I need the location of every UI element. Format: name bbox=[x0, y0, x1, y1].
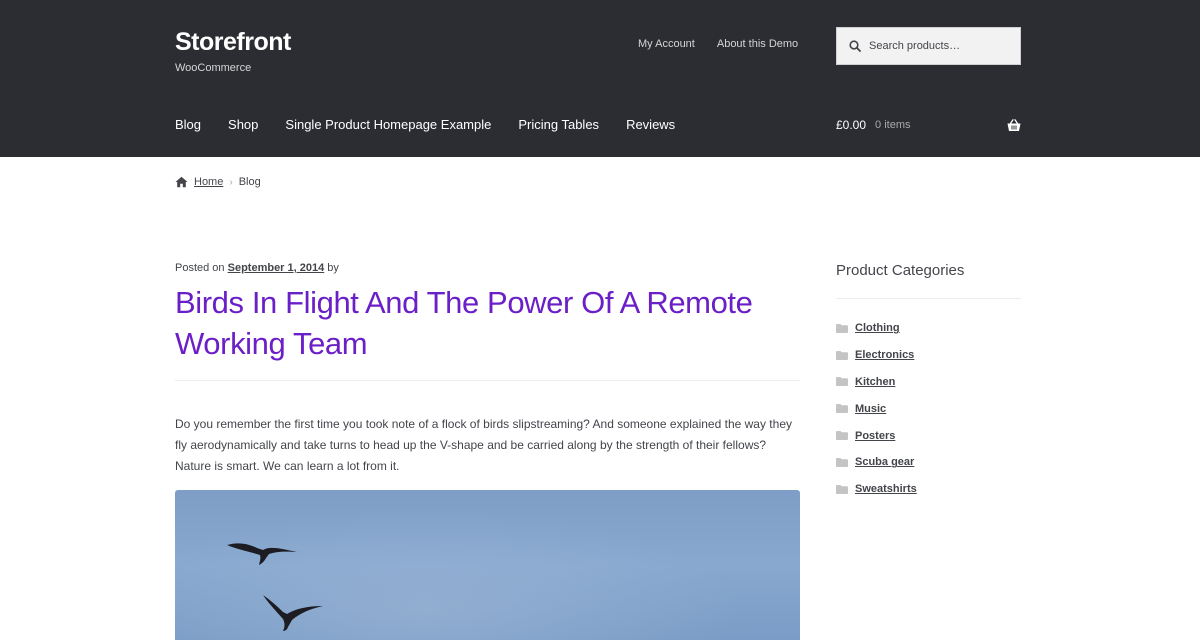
category-list: Clothing Electronics Kitchen Music Poste… bbox=[836, 315, 1021, 503]
header-cart[interactable]: £0.00 0 items bbox=[836, 118, 1021, 132]
category-sweatshirts[interactable]: Sweatshirts bbox=[836, 476, 1021, 503]
breadcrumb-separator-icon: › bbox=[229, 176, 233, 188]
post-body: Do you remember the first time you took … bbox=[175, 417, 792, 473]
category-label: Sweatshirts bbox=[855, 483, 917, 496]
blog-post: Posted on September 1, 2014 by Birds In … bbox=[175, 262, 800, 477]
nav-item-blog[interactable]: Blog bbox=[175, 117, 201, 132]
nav-item-shop[interactable]: Shop bbox=[228, 117, 258, 132]
secondary-nav: My Account About this Demo bbox=[638, 38, 798, 50]
post-meta-suffix: by bbox=[327, 262, 339, 274]
search-icon bbox=[849, 40, 861, 52]
folder-icon bbox=[836, 431, 848, 441]
folder-icon bbox=[836, 404, 848, 414]
primary-nav: Blog Shop Single Product Homepage Exampl… bbox=[175, 117, 702, 132]
post-featured-image bbox=[175, 490, 800, 640]
folder-icon bbox=[836, 457, 848, 467]
category-electronics[interactable]: Electronics bbox=[836, 342, 1021, 369]
nav-item-single-product[interactable]: Single Product Homepage Example bbox=[285, 117, 491, 132]
category-label: Music bbox=[855, 402, 887, 415]
site-title[interactable]: Storefront bbox=[175, 28, 291, 57]
nav-about-demo[interactable]: About this Demo bbox=[717, 38, 798, 50]
nav-my-account[interactable]: My Account bbox=[638, 38, 695, 50]
category-music[interactable]: Music bbox=[836, 395, 1021, 422]
site-header: Storefront WooCommerce My Account About … bbox=[0, 0, 1200, 157]
category-label: Scuba gear bbox=[855, 456, 915, 469]
post-title[interactable]: Birds In Flight And The Power Of A Remot… bbox=[175, 282, 800, 364]
post-divider bbox=[175, 380, 800, 381]
cart-count: 0 items bbox=[875, 119, 911, 131]
widget-divider bbox=[836, 298, 1021, 299]
category-scuba-gear[interactable]: Scuba gear bbox=[836, 449, 1021, 476]
site-tagline: WooCommerce bbox=[175, 62, 252, 74]
breadcrumb: Home › Blog bbox=[175, 176, 261, 188]
folder-icon bbox=[836, 350, 848, 360]
category-label: Clothing bbox=[855, 322, 900, 335]
widget-title-product-categories: Product Categories bbox=[836, 262, 965, 279]
nav-item-reviews[interactable]: Reviews bbox=[626, 117, 675, 132]
post-meta: Posted on September 1, 2014 by bbox=[175, 262, 800, 274]
category-label: Kitchen bbox=[855, 375, 896, 388]
nav-item-pricing-tables[interactable]: Pricing Tables bbox=[518, 117, 599, 132]
category-clothing[interactable]: Clothing bbox=[836, 315, 1021, 342]
breadcrumb-home[interactable]: Home bbox=[194, 176, 223, 188]
folder-icon bbox=[836, 323, 848, 333]
category-kitchen[interactable]: Kitchen bbox=[836, 369, 1021, 396]
folder-icon bbox=[836, 377, 848, 387]
sidebar: Product Categories Clothing Electronics … bbox=[836, 262, 1021, 503]
birds-illustration bbox=[227, 543, 323, 631]
folder-icon bbox=[836, 484, 848, 494]
post-date-link[interactable]: September 1, 2014 bbox=[228, 262, 325, 274]
home-icon bbox=[175, 176, 188, 188]
search-box[interactable] bbox=[836, 27, 1021, 65]
category-label: Posters bbox=[855, 429, 896, 442]
search-input[interactable] bbox=[869, 40, 1009, 52]
category-posters[interactable]: Posters bbox=[836, 422, 1021, 449]
post-meta-prefix: Posted on bbox=[175, 262, 225, 274]
breadcrumb-current: Blog bbox=[238, 176, 261, 188]
basket-icon bbox=[1007, 118, 1021, 131]
category-label: Electronics bbox=[855, 349, 915, 362]
cart-amount: £0.00 bbox=[836, 118, 867, 132]
